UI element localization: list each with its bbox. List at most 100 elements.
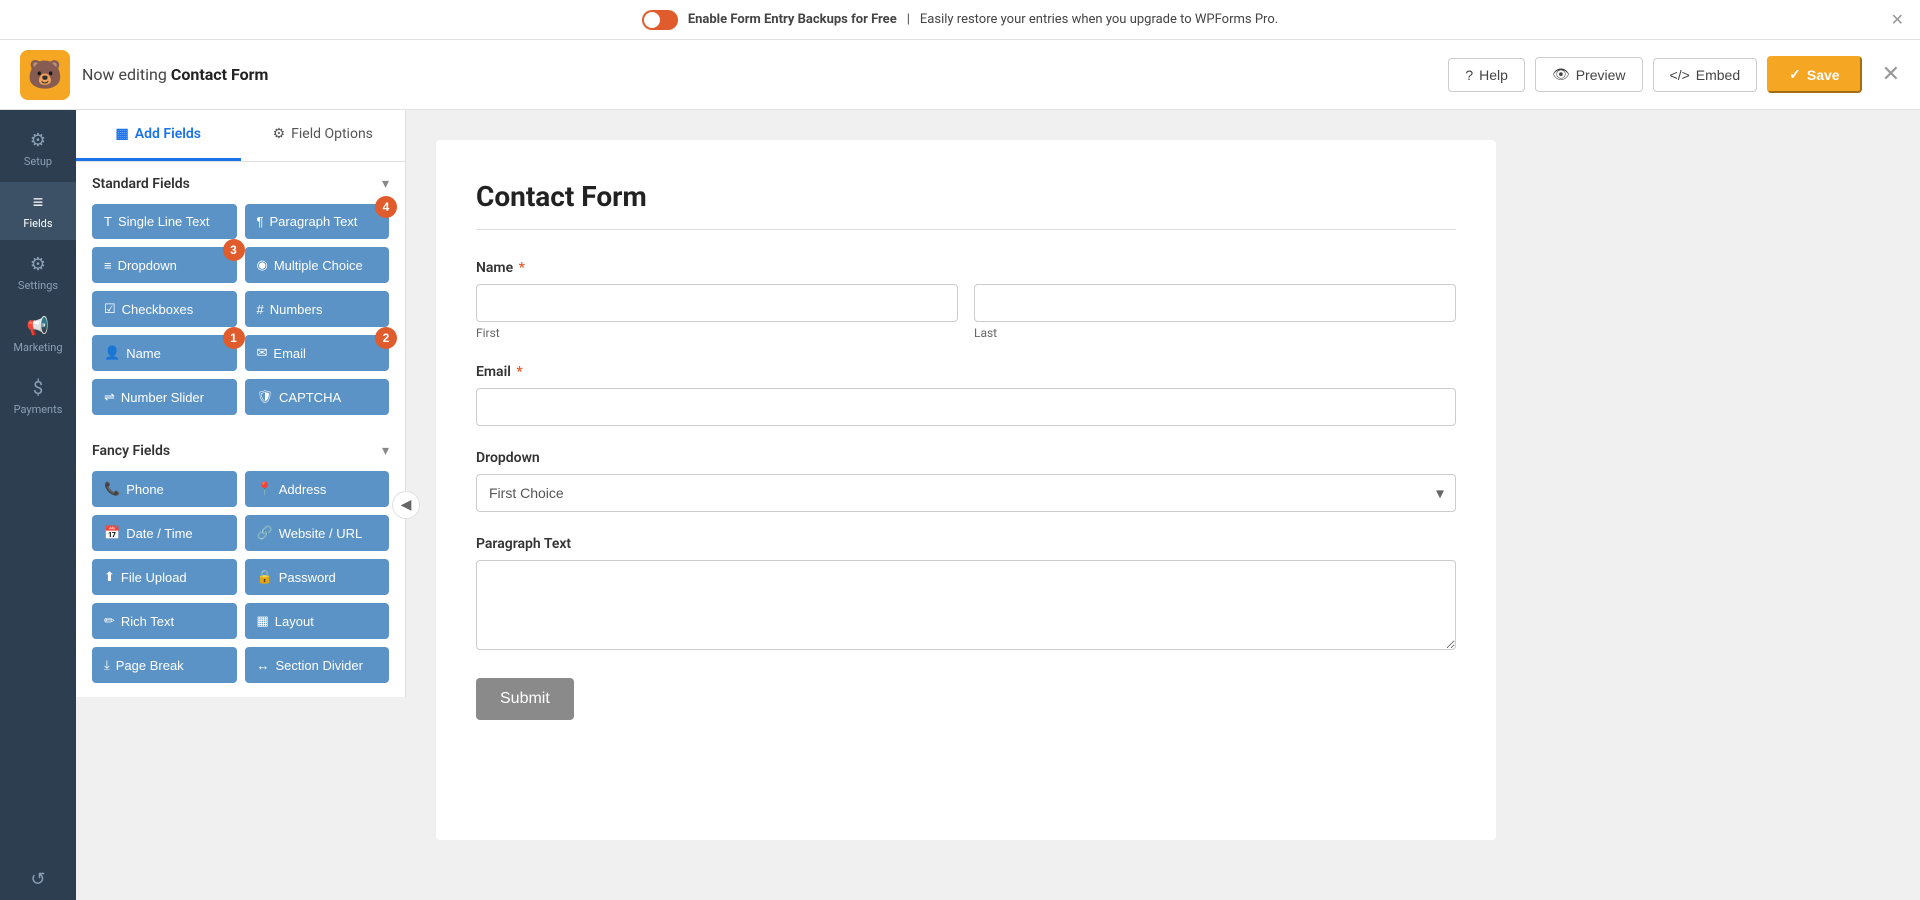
field-rich-text[interactable]: ✏ Rich Text <box>92 603 237 639</box>
preview-label: Preview <box>1576 67 1626 83</box>
page-break-icon: ⤓ <box>104 657 110 673</box>
name-required-indicator: * <box>519 260 525 276</box>
panel-collapse-button[interactable]: ◀ <box>392 491 420 519</box>
website-url-label: Website / URL <box>279 526 363 541</box>
header-left: 🐻 Now editing Contact Form <box>20 50 268 100</box>
single-line-text-icon: T <box>104 214 112 229</box>
website-url-icon: 🔗 <box>257 525 273 541</box>
field-numbers[interactable]: # Numbers <box>245 291 390 327</box>
name-first-input[interactable] <box>476 284 958 322</box>
payments-label: Payments <box>14 403 63 416</box>
paragraph-text-field: Paragraph Text <box>476 536 1456 654</box>
field-number-slider[interactable]: ⇌ Number Slider <box>92 379 237 415</box>
icon-sidebar: ⚙ Setup ≡ Fields ⚙ Settings 📢 Marketing … <box>0 110 76 900</box>
marketing-label: Marketing <box>13 341 62 354</box>
form-canvas: Contact Form Name * First Last <box>406 110 1920 900</box>
email-label: Email <box>273 346 306 361</box>
sidebar-item-setup[interactable]: ⚙ Setup <box>0 120 76 178</box>
fields-panel: ▦ Add Fields ⚙ Field Options Standard Fi… <box>76 110 406 697</box>
setup-icon: ⚙ <box>30 130 46 151</box>
settings-icon: ⚙ <box>30 254 46 275</box>
sidebar-item-fields[interactable]: ≡ Fields <box>0 182 76 240</box>
password-icon: 🔒 <box>257 569 273 585</box>
help-button[interactable]: ? Help <box>1448 58 1525 92</box>
name-last-sublabel: Last <box>974 326 1456 340</box>
email-field: Email * <box>476 364 1456 426</box>
field-name[interactable]: 👤 Name 1 <box>92 335 237 371</box>
payments-icon: $ <box>33 378 43 399</box>
field-dropdown[interactable]: ≡ Dropdown 3 <box>92 247 237 283</box>
field-website-url[interactable]: 🔗 Website / URL <box>245 515 390 551</box>
submit-button[interactable]: Submit <box>476 678 574 720</box>
rich-text-icon: ✏ <box>104 613 115 629</box>
preview-button[interactable]: 👁 Preview <box>1535 57 1643 92</box>
name-field-label: Name * <box>476 260 1456 276</box>
field-password[interactable]: 🔒 Password <box>245 559 390 595</box>
sidebar-item-settings[interactable]: ⚙ Settings <box>0 244 76 302</box>
password-label: Password <box>279 570 336 585</box>
name-first-sub: First <box>476 284 958 340</box>
captcha-label: CAPTCHA <box>279 390 341 405</box>
backup-toggle[interactable] <box>642 10 678 30</box>
marketing-icon: 📢 <box>27 316 49 337</box>
field-multiple-choice[interactable]: ◉ Multiple Choice <box>245 247 390 283</box>
field-checkboxes[interactable]: ☑ Checkboxes <box>92 291 237 327</box>
history-icon: ↺ <box>30 869 45 890</box>
phone-label: Phone <box>126 482 164 497</box>
field-layout[interactable]: ▦ Layout <box>245 603 390 639</box>
paragraph-textarea[interactable] <box>476 560 1456 650</box>
submit-label: Submit <box>500 690 550 707</box>
dropdown-label: Dropdown <box>118 258 177 273</box>
field-email[interactable]: ✉ Email 2 <box>245 335 390 371</box>
tab-field-options[interactable]: ⚙ Field Options <box>241 110 406 161</box>
field-options-icon: ⚙ <box>273 126 286 142</box>
name-row: First Last <box>476 284 1456 340</box>
field-address[interactable]: 📍 Address <box>245 471 390 507</box>
name-last-input[interactable] <box>974 284 1456 322</box>
form-name-heading: Contact Form <box>171 65 269 84</box>
field-date-time[interactable]: 📅 Date / Time <box>92 515 237 551</box>
multiple-choice-icon: ◉ <box>257 257 268 273</box>
setup-label: Setup <box>24 155 52 168</box>
field-single-line-text[interactable]: T Single Line Text <box>92 204 237 239</box>
field-phone[interactable]: 📞 Phone <box>92 471 237 507</box>
field-file-upload[interactable]: ⬆ File Upload <box>92 559 237 595</box>
tab-add-fields[interactable]: ▦ Add Fields <box>76 110 241 161</box>
app-layout: ⚙ Setup ≡ Fields ⚙ Settings 📢 Marketing … <box>0 110 1920 900</box>
fancy-fields-grid: 📞 Phone 📍 Address 📅 Date / Time 🔗 Websit… <box>92 471 389 683</box>
name-first-sublabel: First <box>476 326 958 340</box>
header-right: ? Help 👁 Preview </> Embed ✓ Save ✕ <box>1448 56 1900 93</box>
standard-fields-grid: T Single Line Text ¶ Paragraph Text 4 ≡ … <box>92 204 389 415</box>
sidebar-item-payments[interactable]: $ Payments <box>0 368 76 426</box>
header-close-icon[interactable]: ✕ <box>1882 62 1900 87</box>
topbar-close-icon[interactable]: ✕ <box>1891 10 1904 29</box>
embed-icon: </> <box>1670 67 1690 83</box>
email-required-indicator: * <box>516 364 522 380</box>
fancy-fields-header[interactable]: Fancy Fields ▾ <box>92 443 389 459</box>
field-captcha[interactable]: 🛡 CAPTCHA <box>245 379 390 415</box>
rich-text-label: Rich Text <box>121 614 174 629</box>
numbers-icon: # <box>257 302 264 317</box>
sidebar-item-marketing[interactable]: 📢 Marketing <box>0 306 76 364</box>
main-header: 🐻 Now editing Contact Form ? Help 👁 Prev… <box>0 40 1920 110</box>
field-paragraph-text[interactable]: ¶ Paragraph Text 4 <box>245 204 390 239</box>
standard-fields-chevron: ▾ <box>382 176 389 192</box>
address-label: Address <box>279 482 327 497</box>
section-divider-icon: ↔ <box>257 658 270 673</box>
name-label: Name <box>126 346 161 361</box>
field-section-divider[interactable]: ↔ Section Divider <box>245 647 390 683</box>
date-time-label: Date / Time <box>126 526 192 541</box>
email-input[interactable] <box>476 388 1456 426</box>
toggle-sub-text: Easily restore your entries when you upg… <box>920 12 1278 27</box>
embed-button[interactable]: </> Embed <box>1653 58 1758 92</box>
standard-fields-header[interactable]: Standard Fields ▾ <box>92 176 389 192</box>
save-button[interactable]: ✓ Save <box>1767 56 1861 93</box>
fields-panel-wrap: ▦ Add Fields ⚙ Field Options Standard Fi… <box>76 110 406 900</box>
dropdown-icon: ≡ <box>104 258 112 273</box>
section-divider-label: Section Divider <box>276 658 363 673</box>
fancy-fields-section: Fancy Fields ▾ 📞 Phone 📍 Address 📅 Date <box>76 429 405 697</box>
date-time-icon: 📅 <box>104 525 120 541</box>
sidebar-item-history[interactable]: ↺ <box>0 859 76 900</box>
dropdown-select[interactable]: First Choice <box>476 474 1456 512</box>
field-page-break[interactable]: ⤓ Page Break <box>92 647 237 683</box>
